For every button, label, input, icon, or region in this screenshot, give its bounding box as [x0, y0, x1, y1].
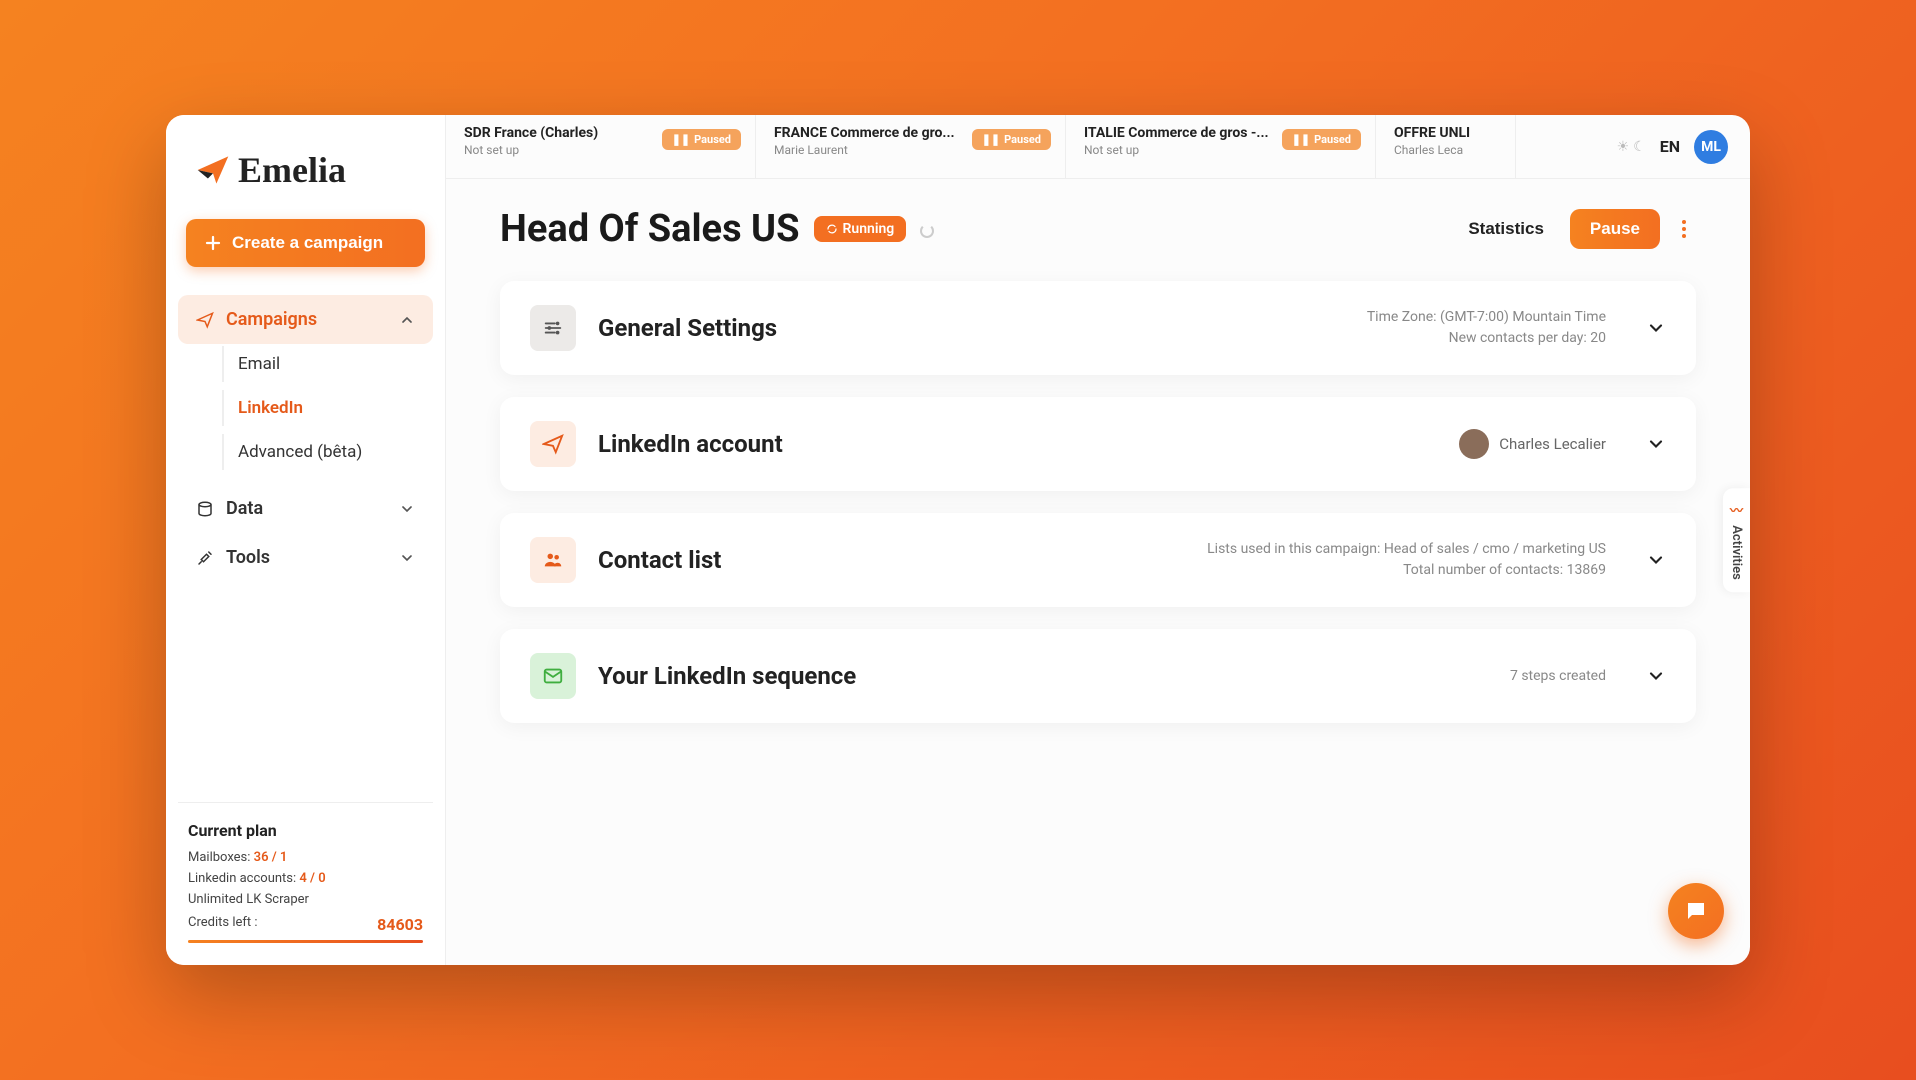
sun-icon: ☀	[1617, 139, 1630, 155]
app-window: Emelia Create a campaign Campaigns Email…	[166, 115, 1750, 965]
nav-sub-advanced[interactable]: Advanced (bêta)	[222, 434, 433, 470]
plan-credits: Credits left : 84603	[188, 915, 423, 934]
campaign-tab-strip: SDR France (Charles) Not set up ❚❚ Pause…	[446, 115, 1603, 178]
paused-badge: ❚❚ Paused	[1282, 129, 1361, 150]
plan-scraper: Unlimited LK Scraper	[188, 892, 423, 907]
tools-icon	[196, 549, 214, 567]
campaign-tab-title: OFFRE UNLI	[1394, 125, 1497, 141]
nav-campaigns[interactable]: Campaigns	[178, 295, 433, 344]
send-icon	[530, 421, 576, 467]
top-actions: ☀ ☾ EN ML	[1603, 115, 1750, 178]
campaign-tab[interactable]: ITALIE Commerce de gros -... Not set up …	[1066, 115, 1376, 178]
more-menu-button[interactable]	[1672, 217, 1696, 241]
campaign-tab-sub: Charles Leca	[1394, 143, 1497, 157]
nav-campaigns-label: Campaigns	[226, 309, 317, 330]
card-linkedin-sequence[interactable]: Your LinkedIn sequence 7 steps created	[500, 629, 1696, 723]
statistics-button[interactable]: Statistics	[1454, 211, 1558, 247]
send-icon	[196, 311, 214, 329]
chevron-down-icon	[399, 501, 415, 517]
card-title: Your LinkedIn sequence	[598, 662, 856, 690]
create-campaign-button[interactable]: Create a campaign	[186, 219, 425, 267]
user-avatar[interactable]: ML	[1694, 130, 1728, 164]
nav-sub-linkedin[interactable]: LinkedIn	[222, 390, 433, 426]
chevron-down-icon	[1646, 434, 1666, 454]
chat-icon	[1684, 899, 1708, 923]
page-title: Head Of Sales US	[500, 207, 800, 251]
card-meta: Lists used in this campaign: Head of sal…	[1207, 539, 1606, 581]
database-icon	[196, 500, 214, 518]
brand-logo[interactable]: Emelia	[178, 139, 433, 219]
theme-toggle[interactable]: ☀ ☾	[1617, 139, 1646, 155]
campaign-tab[interactable]: FRANCE Commerce de gro... Marie Laurent …	[756, 115, 1066, 178]
paper-plane-icon	[196, 153, 230, 187]
plan-linkedin: Linkedin accounts: 4 / 0	[188, 871, 423, 886]
linked-user: Charles Lecalier	[1459, 429, 1606, 459]
nav-tools-label: Tools	[226, 547, 270, 568]
avatar	[1459, 429, 1489, 459]
plan-credits-bar	[188, 940, 423, 943]
card-meta: Time Zone: (GMT-7:00) Mountain Time New …	[1367, 307, 1606, 349]
card-linkedin-account[interactable]: LinkedIn account Charles Lecalier	[500, 397, 1696, 491]
sidebar: Emelia Create a campaign Campaigns Email…	[166, 115, 446, 965]
pulse-icon: 〰	[1730, 500, 1743, 519]
nav-tools[interactable]: Tools	[178, 533, 433, 582]
chevron-down-icon	[1646, 550, 1666, 570]
chevron-down-icon	[1646, 318, 1666, 338]
paused-badge: ❚❚ Paused	[662, 129, 741, 150]
campaign-tab[interactable]: SDR France (Charles) Not set up ❚❚ Pause…	[446, 115, 756, 178]
plan-box: Current plan Mailboxes: 36 / 1 Linkedin …	[178, 802, 433, 965]
refresh-icon	[826, 223, 838, 235]
linked-user-name: Charles Lecalier	[1499, 435, 1606, 453]
topbar: SDR France (Charles) Not set up ❚❚ Pause…	[446, 115, 1750, 179]
chevron-up-icon	[399, 312, 415, 328]
brand-name: Emelia	[238, 149, 346, 191]
nav-sub-email[interactable]: Email	[222, 346, 433, 382]
card-title: Contact list	[598, 546, 721, 574]
card-general-settings[interactable]: General Settings Time Zone: (GMT-7:00) M…	[500, 281, 1696, 375]
settings-icon	[530, 305, 576, 351]
plan-title: Current plan	[188, 821, 423, 840]
card-title: LinkedIn account	[598, 430, 783, 458]
status-badge: Running	[814, 216, 907, 242]
moon-icon: ☾	[1633, 139, 1646, 155]
campaign-tab[interactable]: OFFRE UNLI Charles Leca	[1376, 115, 1516, 178]
language-selector[interactable]: EN	[1660, 137, 1680, 156]
plus-icon	[204, 234, 222, 252]
loading-icon	[920, 224, 934, 238]
activities-label: Activities	[1729, 525, 1744, 580]
paused-badge: ❚❚ Paused	[972, 129, 1051, 150]
card-title: General Settings	[598, 314, 777, 342]
chevron-down-icon	[399, 550, 415, 566]
card-meta: 7 steps created	[1510, 666, 1606, 687]
title-row: Head Of Sales US Running Statistics Paus…	[500, 207, 1696, 251]
users-icon	[530, 537, 576, 583]
mail-icon	[530, 653, 576, 699]
card-contact-list[interactable]: Contact list Lists used in this campaign…	[500, 513, 1696, 607]
pause-button[interactable]: Pause	[1570, 209, 1660, 249]
title-actions: Statistics Pause	[1454, 209, 1696, 249]
nav-data[interactable]: Data	[178, 484, 433, 533]
activities-panel-toggle[interactable]: 〰 Activities	[1723, 488, 1750, 592]
chat-button[interactable]	[1668, 883, 1724, 939]
create-campaign-label: Create a campaign	[232, 233, 383, 253]
main-area: SDR France (Charles) Not set up ❚❚ Pause…	[446, 115, 1750, 965]
chevron-down-icon	[1646, 666, 1666, 686]
nav-data-label: Data	[226, 498, 263, 519]
plan-mailboxes: Mailboxes: 36 / 1	[188, 850, 423, 865]
content: Head Of Sales US Running Statistics Paus…	[446, 179, 1750, 965]
nav-campaigns-sub: Email LinkedIn Advanced (bêta)	[178, 346, 433, 470]
